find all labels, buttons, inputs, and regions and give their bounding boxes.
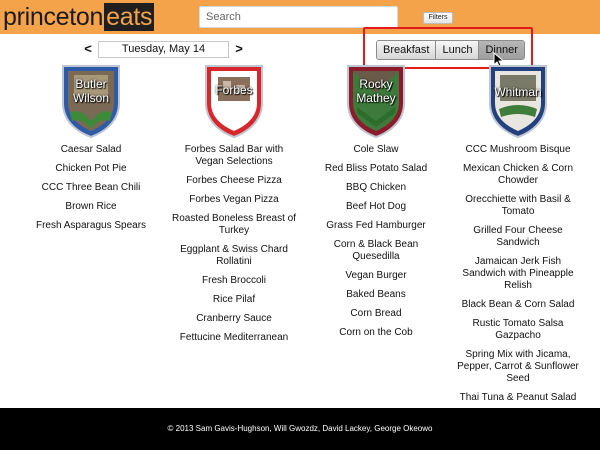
crest-label-line1: Rocky <box>359 77 393 91</box>
footer-credits: © 2013 Sam Gavis-Hughson, Will Gwozdz, D… <box>0 408 600 450</box>
menu-item[interactable]: Vegan Burger <box>306 270 446 282</box>
menu-item[interactable]: Beef Hot Dog <box>306 201 446 213</box>
menu-item[interactable]: Black Bean & Corn Salad <box>448 299 588 311</box>
hall-column-butler-wilson: Butler Wilson Caesar Salad Chicken Pot P… <box>21 63 161 239</box>
menu-item[interactable]: Fresh Asparagus Spears <box>21 220 161 232</box>
menu-item[interactable]: Cole Slaw <box>306 144 446 156</box>
app-logo[interactable]: princeton eats <box>3 3 155 31</box>
crest-label-line1: Butler <box>75 77 107 91</box>
logo-text-princeton: princeton <box>3 3 104 31</box>
breakfast-button[interactable]: Breakfast <box>377 41 437 59</box>
menu-item[interactable]: Baked Beans <box>306 289 446 301</box>
menu-list: Caesar Salad Chicken Pot Pie CCC Three B… <box>21 144 161 232</box>
menu-item[interactable]: Chicken Pot Pie <box>21 163 161 175</box>
menu-item[interactable]: Rustic Tomato Salsa Gazpacho <box>448 318 588 342</box>
menu-item[interactable]: Roasted Boneless Breast of Turkey <box>164 213 304 237</box>
menu-item[interactable]: Corn on the Cob <box>306 327 446 339</box>
menu-item[interactable]: Fresh Broccoli <box>164 275 304 287</box>
filters-button[interactable]: Filters <box>423 12 453 24</box>
menu-item[interactable]: CCC Three Bean Chili <box>21 182 161 194</box>
menu-item[interactable]: Spring Mix with Jicama, Pepper, Carrot &… <box>448 349 588 385</box>
menu-item[interactable]: CCC Mushroom Bisque <box>448 144 588 156</box>
menu-item[interactable]: Corn Bread <box>306 308 446 320</box>
hall-column-whitman: Whitman CCC Mushroom Bisque Mexican Chic… <box>448 63 588 411</box>
next-day-button[interactable]: > <box>233 41 245 57</box>
menu-item[interactable]: Red Bliss Potato Salad <box>306 163 446 175</box>
rocky-mathey-crest-icon[interactable]: Rocky Mathey <box>345 63 407 139</box>
menu-item[interactable]: Grilled Four Cheese Sandwich <box>448 225 588 249</box>
menu-item[interactable]: Orecchiette with Basil & Tomato <box>448 194 588 218</box>
whitman-crest-icon[interactable]: Whitman <box>487 63 549 139</box>
search-input[interactable] <box>199 6 398 28</box>
crest-label-line1: Whitman <box>494 85 542 99</box>
menu-item[interactable]: Eggplant & Swiss Chard Rollatini <box>164 244 304 268</box>
menu-list: CCC Mushroom Bisque Mexican Chicken & Co… <box>448 144 588 404</box>
previous-day-button[interactable]: < <box>82 41 94 57</box>
menu-item[interactable]: Forbes Cheese Pizza <box>164 175 304 187</box>
menu-list: Forbes Salad Bar with Vegan Selections F… <box>164 144 304 344</box>
date-display: Tuesday, May 14 <box>98 41 229 58</box>
hall-column-forbes: Forbes Forbes Salad Bar with Vegan Selec… <box>164 63 304 351</box>
menu-item[interactable]: Rice Pilaf <box>164 294 304 306</box>
menu-item[interactable]: Fettucine Mediterranean <box>164 332 304 344</box>
menu-item[interactable]: Forbes Salad Bar with Vegan Selections <box>164 144 304 168</box>
menu-item[interactable]: Forbes Vegan Pizza <box>164 194 304 206</box>
menu-item[interactable]: Grass Fed Hamburger <box>306 220 446 232</box>
logo-text-eats: eats <box>104 3 155 31</box>
butler-wilson-crest-icon[interactable]: Butler Wilson <box>60 63 122 139</box>
menu-item[interactable]: Thai Tuna & Peanut Salad <box>448 392 588 404</box>
hall-column-rocky-mathey: Rocky Mathey Cole Slaw Red Bliss Potato … <box>306 63 446 346</box>
menu-item[interactable]: Cranberry Sauce <box>164 313 304 325</box>
menu-item[interactable]: Brown Rice <box>21 201 161 213</box>
forbes-crest-icon[interactable]: Forbes <box>203 63 265 139</box>
menu-item[interactable]: Corn & Black Bean Quesedilla <box>306 239 446 263</box>
crest-label-line1: Forbes <box>215 83 253 97</box>
crest-label-line2: Mathey <box>356 91 396 105</box>
lunch-button[interactable]: Lunch <box>436 41 480 59</box>
crest-label-line2: Wilson <box>72 91 109 105</box>
menu-item[interactable]: BBQ Chicken <box>306 182 446 194</box>
menu-item[interactable]: Jamaican Jerk Fish Sandwich with Pineapp… <box>448 256 588 292</box>
menu-list: Cole Slaw Red Bliss Potato Salad BBQ Chi… <box>306 144 446 339</box>
menu-item[interactable]: Mexican Chicken & Corn Chowder <box>448 163 588 187</box>
menu-item[interactable]: Caesar Salad <box>21 144 161 156</box>
